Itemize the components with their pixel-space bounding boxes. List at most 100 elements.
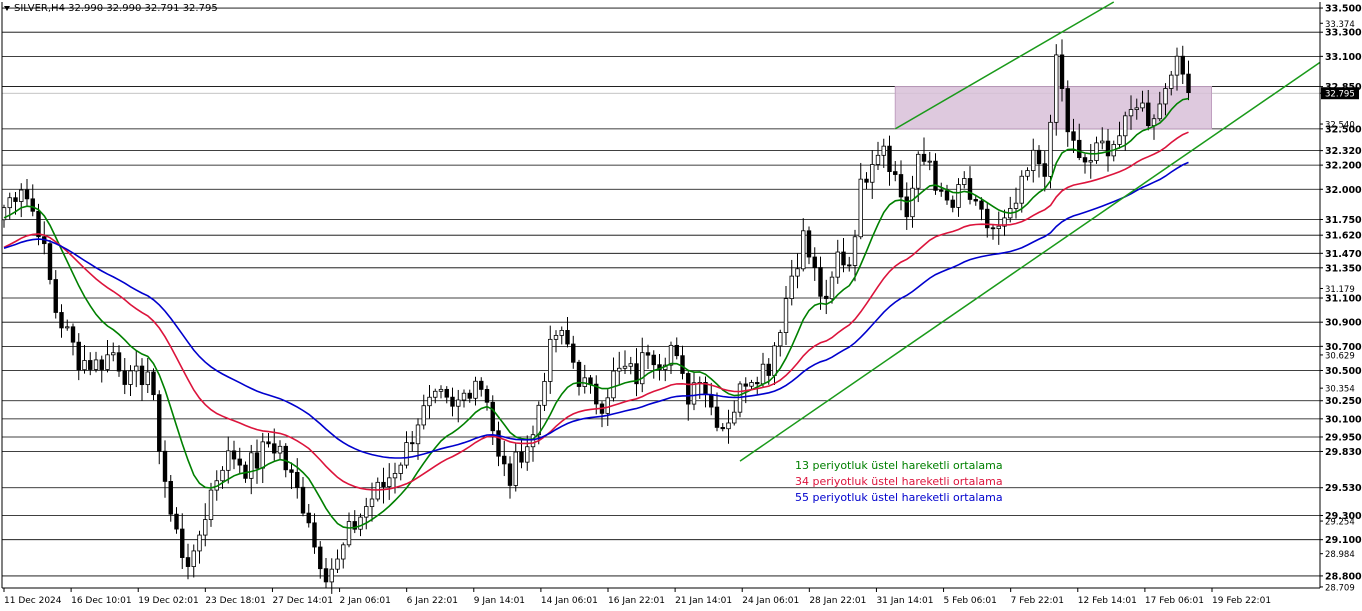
price-label: 29.950 xyxy=(1325,432,1362,443)
candle-body xyxy=(668,344,674,366)
candle-body xyxy=(571,343,576,363)
candle-body xyxy=(427,396,432,407)
low-value: 32.791 xyxy=(144,3,180,14)
candle-body xyxy=(461,392,467,401)
candle-body xyxy=(766,363,771,376)
legend-ema55: 55 periyotluk üstel hareketli ortalama xyxy=(795,491,1003,504)
time-label: 27 Dec 14:01 xyxy=(272,596,333,606)
candle-body xyxy=(881,145,886,156)
chart-header: SILVER,H4 32.990 32.990 32.791 32.795 xyxy=(4,3,218,14)
candle-body xyxy=(1082,157,1088,163)
candle-body xyxy=(812,256,817,268)
candle-body xyxy=(70,326,76,343)
candle-body xyxy=(628,363,633,367)
candle-body xyxy=(358,516,363,530)
time-label: 19 Dec 02:01 xyxy=(138,596,199,606)
candle-body xyxy=(306,512,311,524)
candle-body xyxy=(312,522,317,548)
candle-body xyxy=(553,335,559,340)
candle-body xyxy=(116,352,122,372)
candle-body xyxy=(622,365,628,369)
candle-body xyxy=(260,441,265,469)
candle-body xyxy=(714,406,720,428)
candle-body xyxy=(824,295,829,300)
candle-body xyxy=(743,383,748,387)
price-label: 30.250 xyxy=(1325,396,1362,407)
candle-body xyxy=(806,230,812,258)
candle-body xyxy=(139,365,145,386)
candle-body xyxy=(19,189,24,202)
candle-body xyxy=(1140,102,1145,109)
candle-body xyxy=(456,399,461,407)
candle-body xyxy=(59,312,64,329)
candle-body xyxy=(479,380,484,390)
price-label: 30.629 xyxy=(1325,351,1355,361)
candle-body xyxy=(1174,55,1180,76)
candle-body xyxy=(864,178,869,183)
price-label: 28.984 xyxy=(1325,550,1355,560)
candle-body xyxy=(76,341,81,371)
price-label: 30.354 xyxy=(1325,385,1355,395)
candle-body xyxy=(847,264,852,267)
candle-body xyxy=(789,275,794,300)
candle-body xyxy=(174,513,179,530)
price-label: 31.100 xyxy=(1325,294,1362,305)
candle-body xyxy=(387,477,392,488)
candle-body xyxy=(122,370,127,385)
candle-body xyxy=(467,392,472,399)
candle-body xyxy=(1117,135,1122,145)
candle-body xyxy=(289,469,294,473)
candle-body xyxy=(1059,54,1065,89)
candle-body xyxy=(1071,131,1076,141)
candle-body xyxy=(565,330,570,345)
candle-body xyxy=(128,370,133,385)
channel-trendlines[interactable] xyxy=(739,1,1321,462)
candle-body xyxy=(973,199,978,202)
candle-body xyxy=(300,486,306,514)
candle-body xyxy=(956,184,961,208)
candle-body xyxy=(1013,202,1019,209)
candle-body xyxy=(835,251,840,278)
candle-body xyxy=(939,189,944,192)
candle-body xyxy=(197,534,202,552)
candle-body xyxy=(1025,170,1030,177)
candle-body xyxy=(1169,74,1174,89)
candle-body xyxy=(185,557,191,567)
candle-body xyxy=(180,528,185,558)
ema-lines xyxy=(3,97,1189,529)
candle-body xyxy=(525,446,530,463)
price-label: 31.750 xyxy=(1325,215,1362,226)
candle-body xyxy=(536,404,541,436)
candle-body xyxy=(1019,175,1024,204)
candle-body xyxy=(732,411,737,424)
time-label: 6 Jan 22:01 xyxy=(407,596,458,606)
candle-body xyxy=(950,199,955,208)
candle-body xyxy=(858,178,863,238)
candle-body xyxy=(231,450,237,460)
price-label: 29.254 xyxy=(1325,518,1355,528)
candle-body xyxy=(519,451,524,463)
price-label: 29.830 xyxy=(1325,447,1362,458)
candle-body xyxy=(870,164,875,183)
dropdown-triangle-icon[interactable] xyxy=(4,5,10,11)
price-label: 33.500 xyxy=(1325,4,1362,15)
candle-body xyxy=(323,568,329,583)
candle-body xyxy=(921,153,927,162)
time-label: 16 Dec 10:01 xyxy=(71,596,132,606)
price-label: 32.320 xyxy=(1325,146,1362,157)
time-label: 12 Feb 14:01 xyxy=(1078,596,1137,606)
price-chart[interactable]: 33.50033.37433.30033.10032.85032.79532.5… xyxy=(0,0,1362,611)
candle-body xyxy=(30,198,35,212)
candle-body xyxy=(760,363,766,385)
candle-body xyxy=(53,279,58,313)
candle-body xyxy=(47,243,53,280)
price-label: 31.470 xyxy=(1325,249,1362,260)
candle-body xyxy=(674,344,679,357)
candle-body xyxy=(99,359,104,370)
candle-body xyxy=(898,174,904,198)
time-label: 31 Jan 14:01 xyxy=(876,596,933,606)
candle-body xyxy=(1105,140,1111,157)
price-label: 33.300 xyxy=(1325,28,1362,39)
candle-body xyxy=(709,394,714,408)
candle-body xyxy=(1054,54,1059,123)
